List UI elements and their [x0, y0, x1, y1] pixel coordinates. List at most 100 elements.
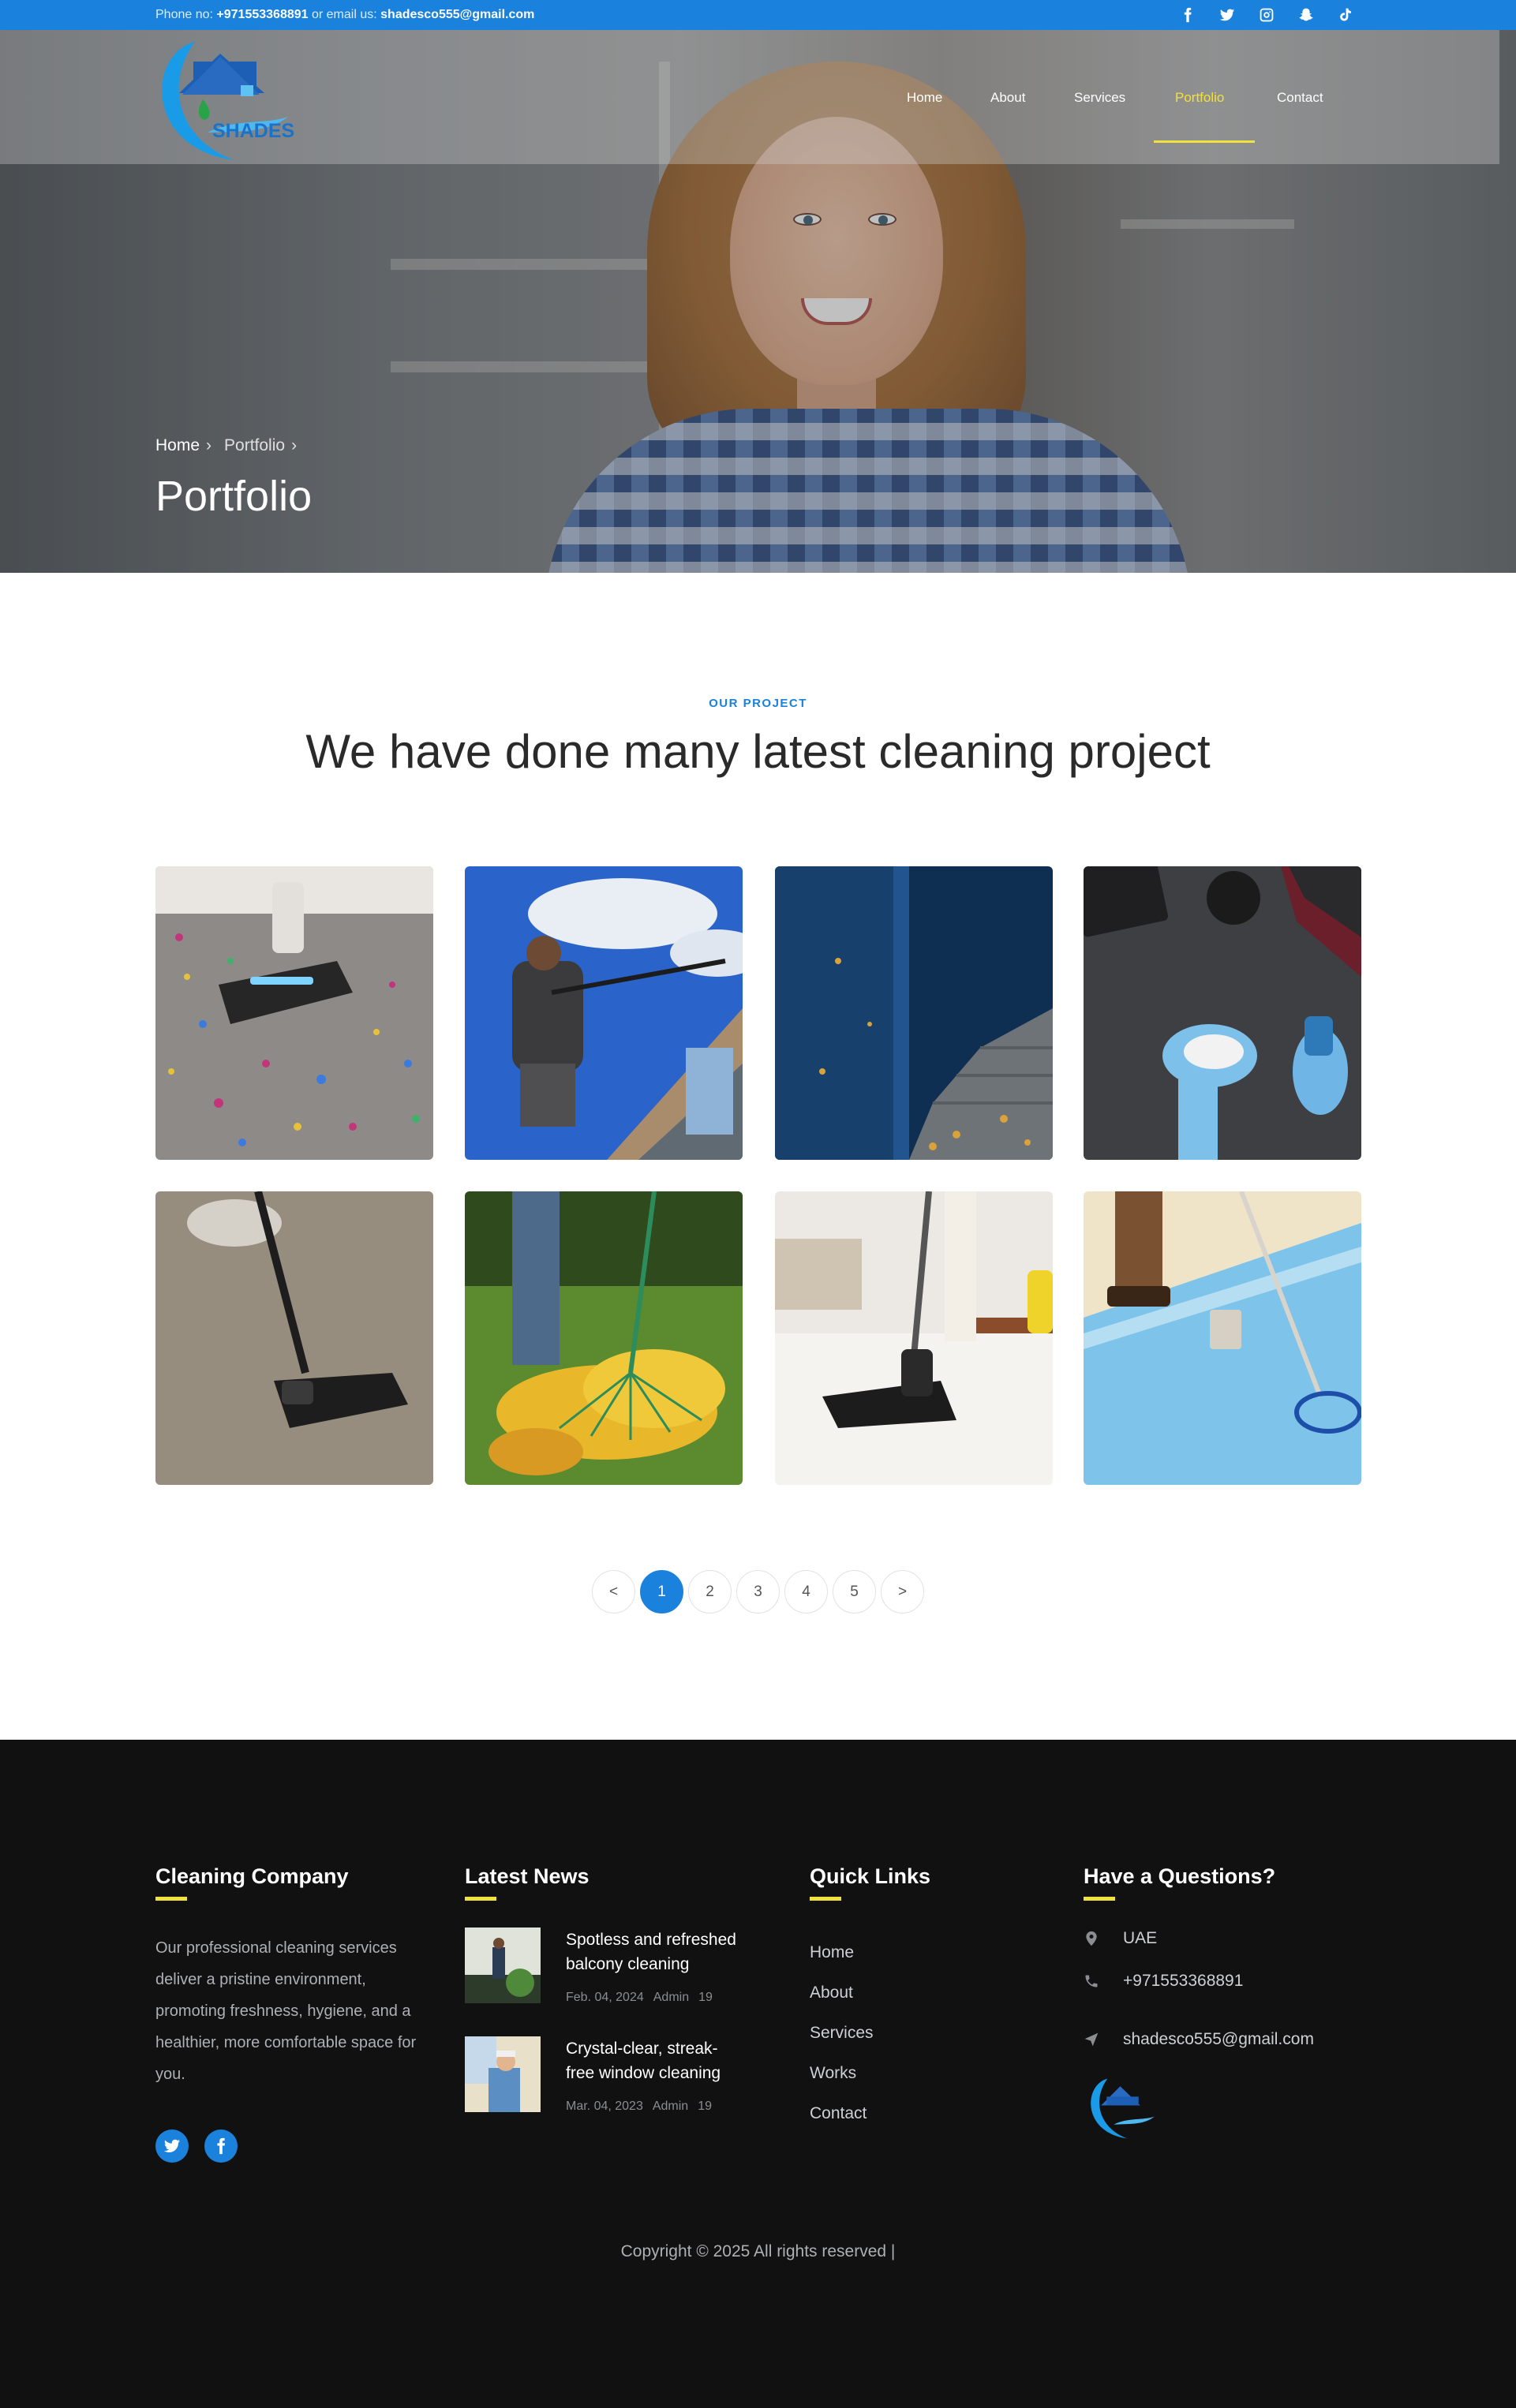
footer-news-heading: Latest News	[465, 1864, 590, 1888]
phone-icon	[1085, 1975, 1098, 1987]
phone-number[interactable]: +971553368891	[216, 8, 308, 21]
vacuum-white-rug-image	[775, 1191, 1053, 1485]
pagination-page-1[interactable]: 1	[640, 1570, 683, 1613]
heading-underline	[465, 1897, 496, 1901]
footer-contact-heading: Have a Questions?	[1084, 1864, 1276, 1888]
carpet-vacuum-image	[155, 866, 433, 1160]
news-comments: 19	[698, 1991, 713, 2004]
news-title[interactable]: Crystal-clear, streak-free window cleani…	[566, 2036, 739, 2085]
gloved-hand-desk-image	[1084, 866, 1361, 1160]
nav-active-indicator	[1154, 140, 1255, 143]
tiktok-icon[interactable]	[1334, 6, 1357, 24]
send-icon	[1084, 2032, 1099, 2047]
portfolio-tile[interactable]	[465, 1191, 743, 1485]
portfolio-tile[interactable]	[775, 866, 1053, 1160]
nav-contact[interactable]: Contact	[1277, 90, 1323, 106]
portfolio-tile[interactable]	[1084, 1191, 1361, 1485]
footer-link-works[interactable]: Works	[810, 2053, 930, 2093]
footer-contact: Have a Questions? UAE +971553368891 shad…	[1084, 1864, 1314, 2144]
footer-news: Latest News Spotless and refreshed balco…	[465, 1864, 739, 2114]
site-footer: Cleaning Company Our professional cleani…	[0, 1740, 1516, 2408]
copyright-text: Copyright © 2025 All rights reserved |	[620, 2242, 896, 2260]
pagination-prev[interactable]: <	[592, 1570, 635, 1613]
footer-about-heading: Cleaning Company	[155, 1864, 349, 1888]
news-comments: 19	[698, 2100, 712, 2113]
pagination-page-5[interactable]: 5	[833, 1570, 876, 1613]
instagram-icon[interactable]	[1255, 6, 1278, 24]
portfolio-tile[interactable]	[155, 1191, 433, 1485]
news-thumbnail	[465, 1928, 541, 2003]
portfolio-tile[interactable]	[465, 866, 743, 1160]
heading-underline	[1084, 1897, 1115, 1901]
footer-about-text: Our professional cleaning services deliv…	[155, 1939, 417, 2083]
top-social-links	[1176, 6, 1357, 24]
pagination-page-2[interactable]: 2	[688, 1570, 732, 1613]
breadcrumb-home[interactable]: Home	[155, 436, 200, 455]
nav-home[interactable]: Home	[907, 90, 942, 106]
logo-icon	[1091, 2078, 1155, 2139]
contact-location-text: UAE	[1123, 1929, 1158, 1947]
footer-link-services[interactable]: Services	[810, 2013, 930, 2053]
breadcrumb: Home › Portfolio ›	[155, 436, 305, 455]
portfolio-tile[interactable]	[1084, 866, 1361, 1160]
footer-about: Cleaning Company Our professional cleani…	[155, 1864, 432, 2163]
news-thumbnail	[465, 2036, 541, 2112]
pool-skimmer-image	[1084, 1191, 1361, 1485]
top-bar: Phone no: +971553368891 or email us: sha…	[0, 0, 1516, 30]
news-meta: Mar. 04, 2023 Admin 19	[566, 2100, 739, 2114]
facebook-icon[interactable]	[204, 2129, 238, 2163]
snapchat-icon[interactable]	[1294, 6, 1318, 24]
footer-link-contact[interactable]: Contact	[810, 2093, 930, 2133]
news-title[interactable]: Spotless and refreshed balcony cleaning	[566, 1928, 739, 1976]
nav-services[interactable]: Services	[1074, 90, 1125, 106]
window-washing-image	[465, 866, 743, 1160]
phone-label: Phone no:	[155, 8, 213, 21]
map-pin-icon	[1086, 1931, 1097, 1946]
twitter-icon[interactable]	[1215, 6, 1239, 24]
pagination: < 1 2 3 4 5 >	[592, 1570, 924, 1613]
section-title: We have done many latest cleaning projec…	[305, 725, 1211, 778]
svg-text:SHADES: SHADES	[212, 120, 294, 142]
news-date: Feb. 04, 2024	[566, 1991, 644, 2004]
nav-about[interactable]: About	[990, 90, 1025, 106]
top-contact-info: Phone no: +971553368891 or email us: sha…	[155, 8, 534, 22]
contact-phone-text[interactable]: +971553368891	[1123, 1972, 1243, 1991]
chevron-right-icon: ›	[291, 436, 298, 454]
footer-links-heading: Quick Links	[810, 1864, 931, 1888]
heading-underline	[810, 1897, 841, 1901]
footer-link-about[interactable]: About	[810, 1972, 930, 2013]
news-item[interactable]: Crystal-clear, streak-free window cleani…	[465, 2036, 739, 2114]
contact-email-text[interactable]: shadesco555@gmail.com	[1123, 2030, 1314, 2049]
chevron-right-icon: ›	[206, 436, 212, 454]
site-logo[interactable]: SHADES	[148, 30, 298, 164]
news-author: Admin	[653, 1991, 690, 2004]
footer-link-home[interactable]: Home	[810, 1932, 930, 1972]
rake-leaves-image	[465, 1191, 743, 1485]
footer-quick-links: Quick Links Home About Services Works Co…	[810, 1864, 930, 2133]
footer-social-links	[155, 2129, 432, 2163]
logo-icon: SHADES	[162, 42, 294, 160]
section-eyebrow: OUR PROJECT	[709, 697, 807, 710]
footer-logo[interactable]	[1084, 2073, 1314, 2144]
news-author: Admin	[652, 2100, 689, 2113]
facebook-icon[interactable]	[1176, 6, 1200, 24]
nav-portfolio[interactable]: Portfolio	[1175, 90, 1224, 106]
twitter-icon[interactable]	[155, 2129, 189, 2163]
news-date: Mar. 04, 2023	[566, 2100, 643, 2113]
pagination-next[interactable]: >	[881, 1570, 924, 1613]
breadcrumb-current: Portfolio	[224, 436, 286, 454]
blue-wall-steps-image	[775, 866, 1053, 1160]
pagination-page-4[interactable]: 4	[784, 1570, 828, 1613]
news-meta: Feb. 04, 2024 Admin 19	[566, 1991, 739, 2005]
page-title: Portfolio	[155, 473, 313, 520]
email-address[interactable]: shadesco555@gmail.com	[380, 8, 534, 21]
pagination-page-3[interactable]: 3	[736, 1570, 780, 1613]
contact-email[interactable]: shadesco555@gmail.com	[1084, 2030, 1314, 2049]
portfolio-tile[interactable]	[155, 866, 433, 1160]
news-item[interactable]: Spotless and refreshed balcony cleaning …	[465, 1928, 739, 2005]
contact-location: UAE	[1084, 1929, 1314, 1948]
vacuum-rug-image	[155, 1191, 433, 1485]
portfolio-tile[interactable]	[775, 1191, 1053, 1485]
quick-links-list: Home About Services Works Contact	[810, 1932, 930, 2133]
contact-phone[interactable]: +971553368891	[1084, 1972, 1314, 1991]
